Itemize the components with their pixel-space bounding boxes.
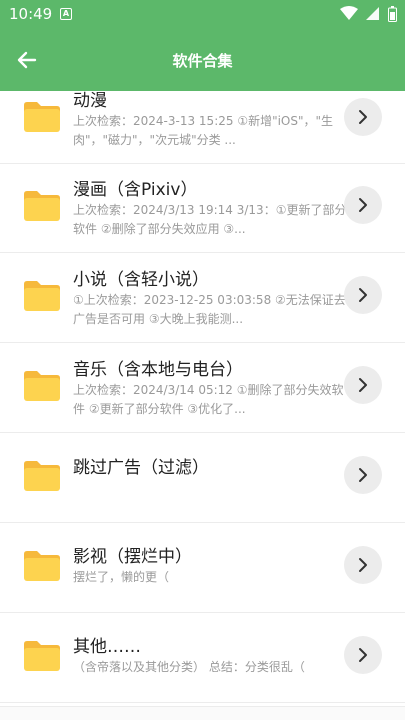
folder-icon <box>24 102 60 132</box>
wifi-icon <box>339 6 358 20</box>
open-button[interactable] <box>344 98 382 136</box>
chevron-right-icon <box>359 468 367 482</box>
item-title: 小说（含轻小说） <box>73 270 209 290</box>
list-item-music[interactable]: 音乐（含本地与电台） 上次检索：2024/3/14 05:12 ①删除了部分失效… <box>0 344 405 433</box>
category-list: 动漫 上次检索：2024-3-13 15:25 ①新增"iOS"，"生肉"，"磁… <box>0 91 405 720</box>
open-button[interactable] <box>344 636 382 674</box>
item-description: 上次检索：2024-3-13 15:25 ①新增"iOS"，"生肉"，"磁力"，… <box>73 114 334 147</box>
signal-icon <box>365 7 379 20</box>
chevron-right-icon <box>359 110 367 124</box>
open-button[interactable] <box>344 456 382 494</box>
chevron-right-icon <box>359 378 367 392</box>
item-title: 其他…… <box>73 637 141 657</box>
chevron-right-icon <box>359 288 367 302</box>
list-item-novels[interactable]: 小说（含轻小说） ①上次检索：2023-12-25 03:03:58 ②无法保证… <box>0 254 405 343</box>
app-bar: 软件合集 <box>0 28 405 91</box>
status-icons <box>337 6 397 22</box>
page-title: 软件合集 <box>172 52 233 70</box>
list-item-comics[interactable]: 漫画（含Pixiv） 上次检索：2024/3/13 19:14 3/13：①更新… <box>0 164 405 253</box>
open-button[interactable] <box>344 546 382 584</box>
notification-icon: A <box>60 8 72 20</box>
list-item-anime[interactable]: 动漫 上次检索：2024-3-13 15:25 ①新增"iOS"，"生肉"，"磁… <box>0 91 405 164</box>
folder-icon <box>24 191 60 221</box>
battery-icon <box>388 6 397 22</box>
item-description: （含帝落以及其他分类） 总结：分类很乱（ <box>73 660 305 674</box>
item-description: ①上次检索：2023-12-25 03:03:58 ②无法保证去广告是否可用 ③… <box>73 293 346 326</box>
chevron-right-icon <box>359 198 367 212</box>
list-item-skip-ads[interactable]: 跳过广告（过滤） <box>0 434 405 523</box>
folder-icon <box>24 371 60 401</box>
item-title: 跳过广告（过滤） <box>73 458 209 478</box>
folder-icon <box>24 641 60 671</box>
status-bar: 10:49 A <box>0 0 405 28</box>
folder-icon <box>24 281 60 311</box>
item-title: 音乐（含本地与电台） <box>73 360 243 380</box>
open-button[interactable] <box>344 186 382 224</box>
item-description: 摆烂了，懒的更（ <box>73 570 170 584</box>
folder-icon <box>24 461 60 491</box>
open-button[interactable] <box>344 366 382 404</box>
item-title: 影视（摆烂中） <box>73 547 192 567</box>
open-button[interactable] <box>344 276 382 314</box>
list-item-video[interactable]: 影视（摆烂中） 摆烂了，懒的更（ <box>0 524 405 613</box>
folder-icon <box>24 551 60 581</box>
item-title: 动漫 <box>73 91 107 111</box>
list-item-other[interactable]: 其他…… （含帝落以及其他分类） 总结：分类很乱（ <box>0 614 405 703</box>
item-description: 上次检索：2024/3/13 19:14 3/13：①更新了部分软件 ②删除了部… <box>73 203 347 236</box>
chevron-right-icon <box>359 648 367 662</box>
item-description: 上次检索：2024/3/14 05:12 ①删除了部分失效软件 ②更新了部分软件… <box>73 383 344 416</box>
item-title: 漫画（含Pixiv） <box>73 180 198 200</box>
next-item-edge <box>0 706 405 720</box>
status-time: 10:49 <box>9 5 53 23</box>
chevron-right-icon <box>359 558 367 572</box>
